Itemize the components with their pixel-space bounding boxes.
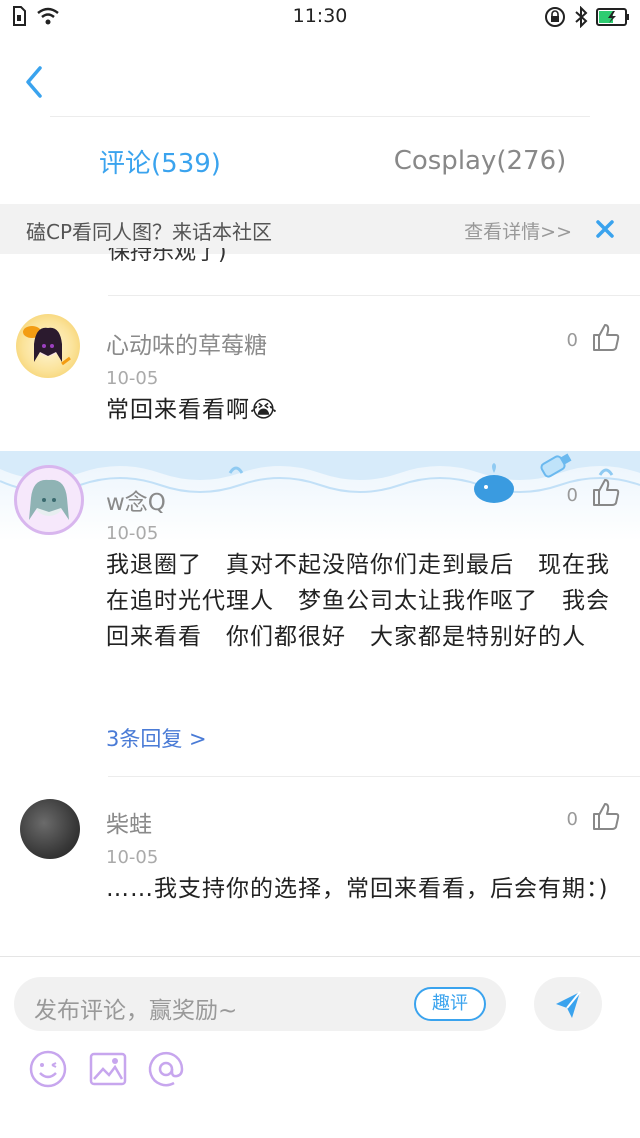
quiping-button[interactable]: 趣评	[414, 987, 486, 1021]
back-button[interactable]	[18, 62, 52, 102]
like-count: 0	[566, 485, 578, 506]
mention-button[interactable]	[146, 1049, 186, 1089]
comment-input[interactable]: 发布评论，赢奖励~ 趣评	[14, 977, 506, 1031]
comment-item: 柴蛙 0 10-05 ……我支持你的选择，常回来看看，后会有期：)	[0, 777, 640, 955]
thumbs-up-icon	[593, 803, 620, 830]
comment-item: w念Q 0 10-05 我退圈了 真对不起没陪你们走到最后 现在我在追时光代理人…	[0, 451, 640, 775]
comment-text: 常回来看看啊😭	[106, 397, 278, 423]
partial-comment-text: 保持乐观了)	[108, 248, 227, 265]
avatar-image	[23, 326, 71, 366]
like-button[interactable]	[590, 322, 622, 354]
nav-divider	[50, 116, 590, 117]
avatar[interactable]	[16, 314, 80, 378]
close-icon	[596, 220, 614, 238]
comment-date: 10-05	[106, 523, 159, 544]
comment-composer: 发布评论，赢奖励~ 趣评	[0, 956, 640, 1138]
chevron-left-icon	[26, 66, 42, 98]
comment-text: ……我支持你的选择，常回来看看，后会有期：)	[106, 876, 609, 902]
emoji-button[interactable]	[28, 1049, 68, 1089]
promo-banner: 磕CP看同人图？来话本社区 查看详情>>	[0, 204, 640, 254]
avatar[interactable]	[20, 799, 80, 859]
username[interactable]: w念Q	[106, 483, 166, 517]
wave-decoration	[0, 451, 640, 503]
thumbs-up-icon	[593, 324, 620, 351]
avatar-image	[29, 479, 69, 520]
comment-item: 心动味的草莓糖 0 10-05 常回来看看啊😭	[0, 296, 640, 451]
lock-rotation-icon	[545, 7, 565, 27]
comment-date: 10-05	[106, 847, 159, 868]
promo-details-link[interactable]: 查看详情>>	[464, 217, 572, 244]
view-replies-link[interactable]: 3条回复 >	[106, 723, 207, 753]
like-button[interactable]	[590, 477, 622, 509]
like-count: 0	[566, 809, 578, 830]
comment-input-placeholder: 发布评论，赢奖励~	[34, 998, 238, 1024]
send-button[interactable]	[534, 977, 602, 1031]
promo-text: 磕CP看同人图？来话本社区	[26, 220, 273, 244]
smiley-icon	[29, 1050, 67, 1088]
image-button[interactable]	[88, 1049, 128, 1089]
image-icon	[89, 1052, 127, 1086]
avatar[interactable]	[14, 465, 84, 535]
like-button[interactable]	[590, 801, 622, 833]
tab-cosplay[interactable]: Cosplay(276)	[320, 118, 640, 204]
comment-date: 10-05	[106, 368, 159, 389]
at-icon	[148, 1051, 184, 1087]
bluetooth-icon	[575, 6, 588, 28]
thumbs-up-icon	[593, 479, 620, 506]
top-nav	[0, 34, 640, 118]
comment-text: 我退圈了 真对不起没陪你们走到最后 现在我在追时光代理人 梦鱼公司太让我作呕了 …	[106, 552, 610, 650]
promo-close-button[interactable]	[590, 214, 620, 244]
tab-comments[interactable]: 评论(539)	[0, 118, 320, 204]
tab-bar: 评论(539) Cosplay(276)	[0, 118, 640, 204]
like-count: 0	[566, 330, 578, 351]
status-bar: 11:30	[0, 0, 640, 34]
username[interactable]: 心动味的草莓糖	[106, 326, 267, 360]
battery-icon	[596, 8, 629, 26]
status-right	[544, 6, 630, 28]
username[interactable]: 柴蛙	[106, 805, 152, 839]
send-icon	[556, 991, 581, 1018]
